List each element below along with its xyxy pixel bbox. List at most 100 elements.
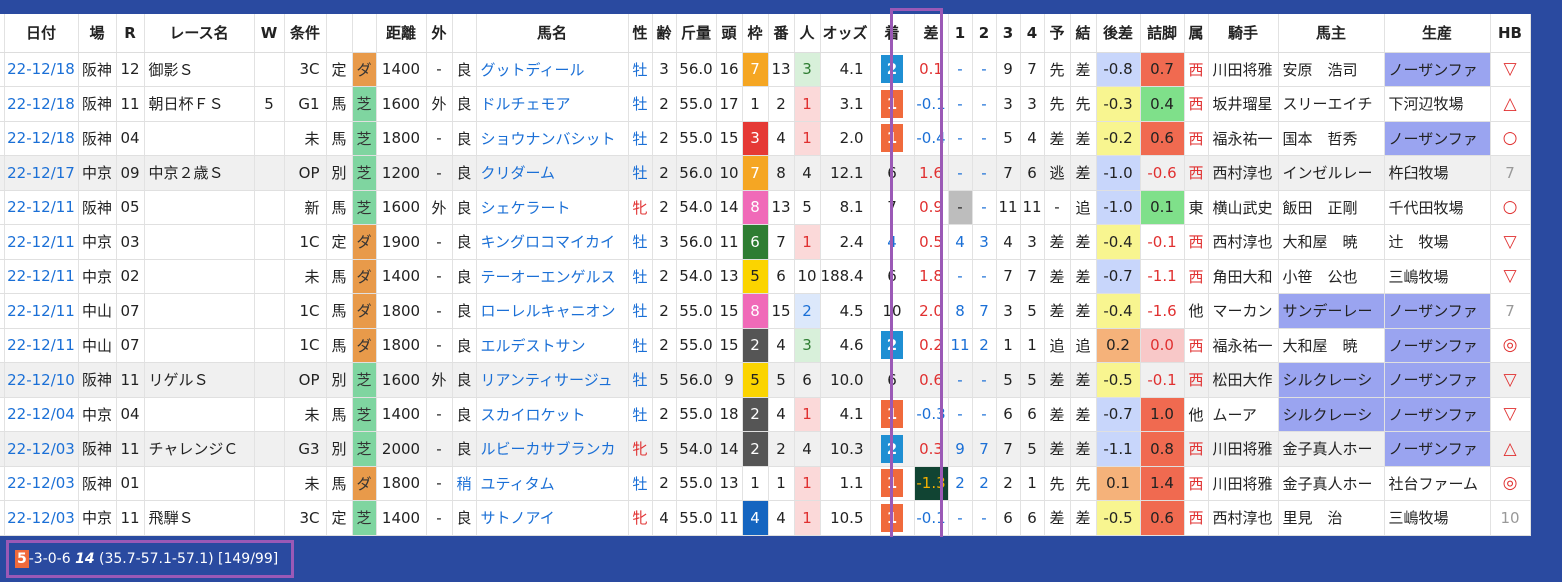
race-date-link[interactable]: 22-12/18 <box>4 86 79 122</box>
col-header-8[interactable] <box>352 14 377 53</box>
col-header-6[interactable]: 条件 <box>284 14 327 53</box>
col-header-17[interactable]: 枠 <box>742 14 769 53</box>
table-row[interactable]: 22-12/11 中山 07 1C 馬ダ 1800- 良エルデストサン牡 2 55.0 15 2 4 3… <box>0 328 1531 363</box>
col-header-35[interactable]: HB <box>1490 14 1531 53</box>
col-header-11[interactable] <box>452 14 477 53</box>
horse-name-link[interactable]: ローレルキャニオン <box>476 293 629 329</box>
col-header-30[interactable]: 詰脚 <box>1140 14 1185 53</box>
table-row[interactable]: 22-12/17 中京 09 中京２歳Ｓ OP 別芝 1200- 良クリダーム牡 2 56.0 10… <box>0 155 1531 191</box>
carried-weight: 54.0 <box>676 190 717 225</box>
col-header-19[interactable]: 人 <box>794 14 821 53</box>
horse-name-link[interactable]: ドルチェモア <box>476 86 629 122</box>
col-header-15[interactable]: 斤量 <box>676 14 717 53</box>
table-row[interactable]: 22-12/18 阪神 12 御影Ｓ 3C 定ダ 1400- 良グットディール牡 3 56.0 16… <box>0 52 1531 87</box>
horse-name-link[interactable]: リアンティサージュ <box>476 362 629 398</box>
horse-number: 4 <box>768 328 795 363</box>
col-header-7[interactable] <box>326 14 353 53</box>
race-date-link[interactable]: 22-12/10 <box>4 362 79 398</box>
jockey: ムーア <box>1208 397 1279 432</box>
popularity: 1 <box>794 466 821 501</box>
col-header-13[interactable]: 性 <box>628 14 653 53</box>
col-header-20[interactable]: オッズ <box>820 14 871 53</box>
corner-1: 2 <box>948 466 973 501</box>
actual-style: 差 <box>1070 431 1097 467</box>
col-header-1[interactable]: 日付 <box>4 14 79 53</box>
race-date-link[interactable]: 22-12/11 <box>4 259 79 294</box>
race-date-link[interactable]: 22-12/18 <box>4 121 79 156</box>
race-date-link[interactable]: 22-12/18 <box>4 52 79 87</box>
col-header-4[interactable]: レース名 <box>144 14 255 53</box>
table-row[interactable]: 122-12/04中京04未馬芝1400-良スカイロケット牡255.018241… <box>0 397 1531 432</box>
table-row[interactable]: 22-12/11 阪神 05 新馬芝 1600 外良シェケラート牝 2 54.0 14 8 13 5 8… <box>0 190 1531 225</box>
race-date-link[interactable]: 22-12/11 <box>4 190 79 225</box>
horse-name-link[interactable]: グットディール <box>476 52 629 87</box>
col-header-31[interactable]: 属 <box>1184 14 1209 53</box>
race-date-link[interactable]: 22-12/11 <box>4 293 79 329</box>
frame-number: 2 <box>742 328 769 363</box>
horse-number: 15 <box>768 293 795 329</box>
race-date-link[interactable]: 22-12/17 <box>4 155 79 191</box>
horse-name-link[interactable]: シェケラート <box>476 190 629 225</box>
col-header-29[interactable]: 後差 <box>1096 14 1141 53</box>
horse-name-link[interactable]: テーオーエンゲルス <box>476 259 629 294</box>
col-header-3[interactable]: R <box>116 14 145 53</box>
horse-name-link[interactable]: スカイロケット <box>476 397 629 432</box>
col-header-2[interactable]: 場 <box>78 14 117 53</box>
finish-badge: 1 <box>881 469 903 498</box>
col-header-24[interactable]: 2 <box>972 14 997 53</box>
surface: 芝 <box>352 190 377 225</box>
horse-name-link[interactable]: クリダーム <box>476 155 629 191</box>
race-date-link[interactable]: 22-12/03 <box>4 466 79 501</box>
col-header-9[interactable]: 距離 <box>376 14 427 53</box>
table-row[interactable]: 322-12/03阪神01未馬ダ1800-稍ユティタム牡255.0131111.… <box>0 465 1531 501</box>
popularity: 5 <box>794 190 821 225</box>
corner-4: 6 <box>1020 397 1045 432</box>
horse-name-link[interactable]: ショウナンバシット <box>476 121 629 156</box>
col-header-25[interactable]: 3 <box>996 14 1021 53</box>
race-date-link[interactable]: 22-12/03 <box>4 500 79 536</box>
horse-name-link[interactable]: ユティタム <box>476 466 629 501</box>
table-row[interactable]: 222-12/03阪神11チャレンジＣG3別芝2000-良ルビーカサブランカ牝5… <box>0 431 1531 467</box>
col-header-34[interactable]: 生産 <box>1384 14 1491 53</box>
col-header-16[interactable]: 頭 <box>716 14 743 53</box>
race-number: 09 <box>116 155 145 191</box>
horse-name-link[interactable]: キングロコマイカイ <box>476 224 629 260</box>
closing-speed: 0.8 <box>1140 431 1185 467</box>
table-row[interactable]: 22-12/18 阪神 04 未馬芝 1800- 良ショウナンバシット牡 2 55.0 15 3 4… <box>0 121 1531 156</box>
corner-3: 6 <box>996 397 1021 432</box>
table-row[interactable]: 422-12/03中京11飛騨Ｓ3C定芝1400-良サトノアイ牝455.0114… <box>0 500 1531 536</box>
col-header-14[interactable]: 齢 <box>652 14 677 53</box>
col-header-21[interactable]: 着 <box>870 14 915 53</box>
table-row[interactable]: 22-12/11 中山 07 1C 馬ダ 1800- 良ローレルキャニオン牡 2 55.0 15 8… <box>0 293 1531 329</box>
col-header-32[interactable]: 騎手 <box>1208 14 1279 53</box>
race-date-link[interactable]: 22-12/11 <box>4 224 79 260</box>
field-size: 16 <box>716 52 743 87</box>
horse-name-link[interactable]: サトノアイ <box>476 500 629 536</box>
col-header-18[interactable]: 番 <box>768 14 795 53</box>
col-header-33[interactable]: 馬主 <box>1278 14 1385 53</box>
col-header-27[interactable]: 予 <box>1044 14 1071 53</box>
table-row[interactable]: 22-12/11 中京 02 未馬ダ 1400- 良テーオーエンゲルス牡 2 54.0 13 5 6… <box>0 259 1531 294</box>
table-row[interactable]: 22-12/18 阪神 11 朝日杯ＦＳ 5 G1 馬芝 1600 外良ドルチェモア牡 2 55.0… <box>0 86 1531 122</box>
col-header-10[interactable]: 外 <box>426 14 453 53</box>
horse-name-link[interactable]: エルデストサン <box>476 328 629 363</box>
track: 阪神 <box>78 121 117 156</box>
col-header-23[interactable]: 1 <box>948 14 973 53</box>
col-header-28[interactable]: 結 <box>1070 14 1097 53</box>
finish-badge: 1 <box>881 503 903 532</box>
after-diff: -0.2 <box>1096 121 1141 156</box>
col-header-26[interactable]: 4 <box>1020 14 1045 53</box>
time-diff: 1.8 <box>914 259 949 294</box>
col-header-22[interactable]: 差 <box>914 14 949 53</box>
col-header-5[interactable]: W <box>254 14 285 53</box>
actual-style: 差 <box>1070 155 1097 191</box>
table-row[interactable]: 22-12/11 中京 03 1C 定ダ 1900- 良キングロコマイカイ牡 3 56.0 11 6… <box>0 224 1531 260</box>
horse-number: 2 <box>768 86 795 122</box>
race-date-link[interactable]: 22-12/03 <box>4 431 79 467</box>
race-date-link[interactable]: 22-12/11 <box>4 328 79 363</box>
horse-name-link[interactable]: ルビーカサブランカ <box>476 431 629 467</box>
horse-number: 13 <box>768 52 795 87</box>
race-date-link[interactable]: 22-12/04 <box>4 397 79 432</box>
table-row[interactable]: 022-12/10阪神11リゲルＳOP別芝1600外良リアンティサージュ牡556… <box>0 362 1531 398</box>
col-header-12[interactable]: 馬名 <box>476 14 629 53</box>
